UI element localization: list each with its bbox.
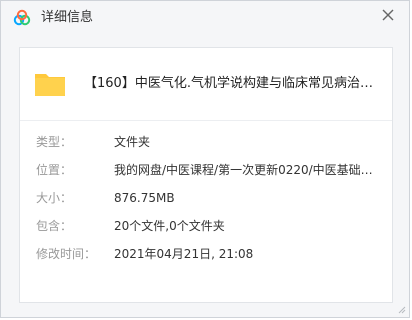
property-size-row: 大小： 876.75MB xyxy=(20,184,392,212)
cloud-logo-icon xyxy=(13,9,31,26)
property-location-label: 位置： xyxy=(36,163,73,177)
file-header: 【160】中医气化.气机学说构建与临床常见病治疗：刘… xyxy=(20,48,392,121)
title-bar[interactable]: 详细信息 xyxy=(1,1,409,33)
property-contains-value: 20个文件,0个文件夹 xyxy=(114,219,225,233)
property-modified-label: 修改时间： xyxy=(36,247,97,261)
property-location-value[interactable]: 我的网盘/中医课程/第一次更新0220/中医基础理… xyxy=(114,156,382,184)
resize-grip-icon[interactable] xyxy=(396,304,406,314)
property-modified-row: 修改时间： 2021年04月21日, 21:08 xyxy=(20,240,392,268)
property-size-label: 大小： xyxy=(36,191,73,205)
property-contains-row: 包含： 20个文件,0个文件夹 xyxy=(20,212,392,240)
folder-icon xyxy=(35,74,65,96)
property-type-label: 类型： xyxy=(36,135,73,149)
property-type-value: 文件夹 xyxy=(114,135,151,149)
property-contains-label: 包含： xyxy=(36,219,73,233)
window-title: 详细信息 xyxy=(41,10,94,25)
property-location-row: 位置： 我的网盘/中医课程/第一次更新0220/中医基础理… xyxy=(20,156,392,184)
properties-list: 类型： 文件夹 位置： 我的网盘/中医课程/第一次更新0220/中医基础理… 大… xyxy=(20,128,392,268)
file-name: 【160】中医气化.气机学说构建与临床常见病治疗：刘… xyxy=(84,76,380,91)
details-card: 【160】中医气化.气机学说构建与临床常见病治疗：刘… 类型： 文件夹 位置： … xyxy=(19,47,393,303)
property-type-row: 类型： 文件夹 xyxy=(20,128,392,156)
property-modified-value: 2021年04月21日, 21:08 xyxy=(114,247,254,261)
details-window: 详细信息 【160】中医气化.气机学说构建与临床常见病治疗：刘… 类型： 文件夹… xyxy=(0,0,410,318)
property-size-value: 876.75MB xyxy=(114,191,175,205)
close-icon[interactable] xyxy=(381,8,395,22)
